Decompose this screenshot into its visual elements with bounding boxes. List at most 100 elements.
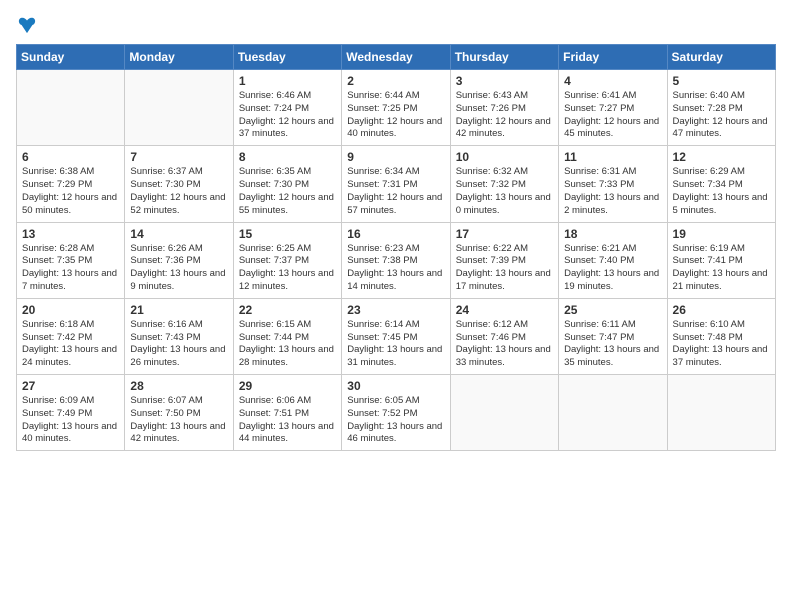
calendar-cell: 29 Sunrise: 6:06 AM Sunset: 7:51 PM Dayli… [233,375,341,451]
day-info: Sunrise: 6:25 AM Sunset: 7:37 PM Dayligh… [239,243,336,294]
calendar-cell: 21 Sunrise: 6:16 AM Sunset: 7:43 PM Dayli… [125,298,233,374]
day-number: 28 [130,379,227,393]
day-number: 18 [564,227,661,241]
day-number: 10 [456,150,553,164]
calendar-cell: 6 Sunrise: 6:38 AM Sunset: 7:29 PM Daylig… [17,146,125,222]
day-number: 23 [347,303,444,317]
day-number: 7 [130,150,227,164]
calendar-day-header: Thursday [450,45,558,70]
day-number: 26 [673,303,770,317]
day-info: Sunrise: 6:38 AM Sunset: 7:29 PM Dayligh… [22,166,119,217]
calendar-cell: 18 Sunrise: 6:21 AM Sunset: 7:40 PM Dayli… [559,222,667,298]
day-number: 5 [673,74,770,88]
calendar-cell: 3 Sunrise: 6:43 AM Sunset: 7:26 PM Daylig… [450,70,558,146]
day-info: Sunrise: 6:11 AM Sunset: 7:47 PM Dayligh… [564,319,661,370]
calendar-cell: 5 Sunrise: 6:40 AM Sunset: 7:28 PM Daylig… [667,70,775,146]
page-header [16,16,776,34]
calendar-cell [125,70,233,146]
calendar-cell [667,375,775,451]
calendar-day-header: Tuesday [233,45,341,70]
calendar-cell: 14 Sunrise: 6:26 AM Sunset: 7:36 PM Dayli… [125,222,233,298]
day-number: 12 [673,150,770,164]
calendar-cell: 24Sunrise: 6:12 AM Sunset: 7:46 PM Dayli… [450,298,558,374]
calendar-cell: 1 Sunrise: 6:46 AM Sunset: 7:24 PM Daylig… [233,70,341,146]
calendar-week-row: 20 Sunrise: 6:18 AM Sunset: 7:42 PM Dayli… [17,298,776,374]
calendar-cell: 27 Sunrise: 6:09 AM Sunset: 7:49 PM Dayli… [17,375,125,451]
calendar-day-header: Sunday [17,45,125,70]
day-info: Sunrise: 6:18 AM Sunset: 7:42 PM Dayligh… [22,319,119,370]
logo-bird-icon [18,16,36,34]
day-info: Sunrise: 6:26 AM Sunset: 7:36 PM Dayligh… [130,243,227,294]
day-number: 17 [456,227,553,241]
day-number: 1 [239,74,336,88]
calendar-cell: 30 Sunrise: 6:05 AM Sunset: 7:52 PM Dayli… [342,375,450,451]
day-info: Sunrise: 6:35 AM Sunset: 7:30 PM Dayligh… [239,166,336,217]
day-number: 11 [564,150,661,164]
day-info: Sunrise: 6:12 AM Sunset: 7:46 PM Dayligh… [456,319,553,370]
day-number: 16 [347,227,444,241]
calendar-day-header: Saturday [667,45,775,70]
day-info: Sunrise: 6:37 AM Sunset: 7:30 PM Dayligh… [130,166,227,217]
calendar-cell: 17 Sunrise: 6:22 AM Sunset: 7:39 PM Dayli… [450,222,558,298]
calendar-week-row: 1 Sunrise: 6:46 AM Sunset: 7:24 PM Daylig… [17,70,776,146]
day-info: Sunrise: 6:28 AM Sunset: 7:35 PM Dayligh… [22,243,119,294]
day-info: Sunrise: 6:19 AM Sunset: 7:41 PM Dayligh… [673,243,770,294]
day-info: Sunrise: 6:46 AM Sunset: 7:24 PM Dayligh… [239,90,336,141]
calendar-week-row: 6 Sunrise: 6:38 AM Sunset: 7:29 PM Daylig… [17,146,776,222]
day-info: Sunrise: 6:32 AM Sunset: 7:32 PM Dayligh… [456,166,553,217]
calendar-cell [17,70,125,146]
day-info: Sunrise: 6:43 AM Sunset: 7:26 PM Dayligh… [456,90,553,141]
day-info: Sunrise: 6:16 AM Sunset: 7:43 PM Dayligh… [130,319,227,370]
day-number: 27 [22,379,119,393]
calendar-day-header: Friday [559,45,667,70]
day-number: 3 [456,74,553,88]
calendar-header-row: SundayMondayTuesdayWednesdayThursdayFrid… [17,45,776,70]
day-info: Sunrise: 6:21 AM Sunset: 7:40 PM Dayligh… [564,243,661,294]
day-number: 30 [347,379,444,393]
calendar-cell: 19 Sunrise: 6:19 AM Sunset: 7:41 PM Dayli… [667,222,775,298]
day-info: Sunrise: 6:09 AM Sunset: 7:49 PM Dayligh… [22,395,119,446]
calendar-cell [559,375,667,451]
day-number: 15 [239,227,336,241]
calendar-cell: 20 Sunrise: 6:18 AM Sunset: 7:42 PM Dayli… [17,298,125,374]
calendar-cell: 13 Sunrise: 6:28 AM Sunset: 7:35 PM Dayli… [17,222,125,298]
calendar-day-header: Wednesday [342,45,450,70]
calendar-cell: 16Sunrise: 6:23 AM Sunset: 7:38 PM Dayli… [342,222,450,298]
day-info: Sunrise: 6:15 AM Sunset: 7:44 PM Dayligh… [239,319,336,370]
calendar-cell: 22 Sunrise: 6:15 AM Sunset: 7:44 PM Dayli… [233,298,341,374]
day-number: 29 [239,379,336,393]
calendar-cell: 9Sunrise: 6:34 AM Sunset: 7:31 PM Daylig… [342,146,450,222]
day-info: Sunrise: 6:10 AM Sunset: 7:48 PM Dayligh… [673,319,770,370]
day-number: 4 [564,74,661,88]
day-info: Sunrise: 6:22 AM Sunset: 7:39 PM Dayligh… [456,243,553,294]
calendar-cell [450,375,558,451]
calendar-cell: 8Sunrise: 6:35 AM Sunset: 7:30 PM Daylig… [233,146,341,222]
calendar-cell: 2 Sunrise: 6:44 AM Sunset: 7:25 PM Daylig… [342,70,450,146]
day-info: Sunrise: 6:44 AM Sunset: 7:25 PM Dayligh… [347,90,444,141]
day-number: 6 [22,150,119,164]
calendar-week-row: 13 Sunrise: 6:28 AM Sunset: 7:35 PM Dayli… [17,222,776,298]
day-number: 14 [130,227,227,241]
day-info: Sunrise: 6:05 AM Sunset: 7:52 PM Dayligh… [347,395,444,446]
logo [16,16,36,34]
calendar-day-header: Monday [125,45,233,70]
calendar-table: SundayMondayTuesdayWednesdayThursdayFrid… [16,44,776,451]
day-info: Sunrise: 6:41 AM Sunset: 7:27 PM Dayligh… [564,90,661,141]
day-number: 20 [22,303,119,317]
day-number: 19 [673,227,770,241]
day-info: Sunrise: 6:06 AM Sunset: 7:51 PM Dayligh… [239,395,336,446]
calendar-cell: 11 Sunrise: 6:31 AM Sunset: 7:33 PM Dayli… [559,146,667,222]
calendar-cell: 28Sunrise: 6:07 AM Sunset: 7:50 PM Dayli… [125,375,233,451]
day-number: 22 [239,303,336,317]
calendar-cell: 7 Sunrise: 6:37 AM Sunset: 7:30 PM Daylig… [125,146,233,222]
day-number: 21 [130,303,227,317]
calendar-cell: 26 Sunrise: 6:10 AM Sunset: 7:48 PM Dayli… [667,298,775,374]
day-info: Sunrise: 6:31 AM Sunset: 7:33 PM Dayligh… [564,166,661,217]
calendar-cell: 23 Sunrise: 6:14 AM Sunset: 7:45 PM Dayli… [342,298,450,374]
day-number: 2 [347,74,444,88]
day-info: Sunrise: 6:14 AM Sunset: 7:45 PM Dayligh… [347,319,444,370]
day-info: Sunrise: 6:29 AM Sunset: 7:34 PM Dayligh… [673,166,770,217]
day-info: Sunrise: 6:40 AM Sunset: 7:28 PM Dayligh… [673,90,770,141]
day-number: 13 [22,227,119,241]
calendar-cell: 10 Sunrise: 6:32 AM Sunset: 7:32 PM Dayli… [450,146,558,222]
